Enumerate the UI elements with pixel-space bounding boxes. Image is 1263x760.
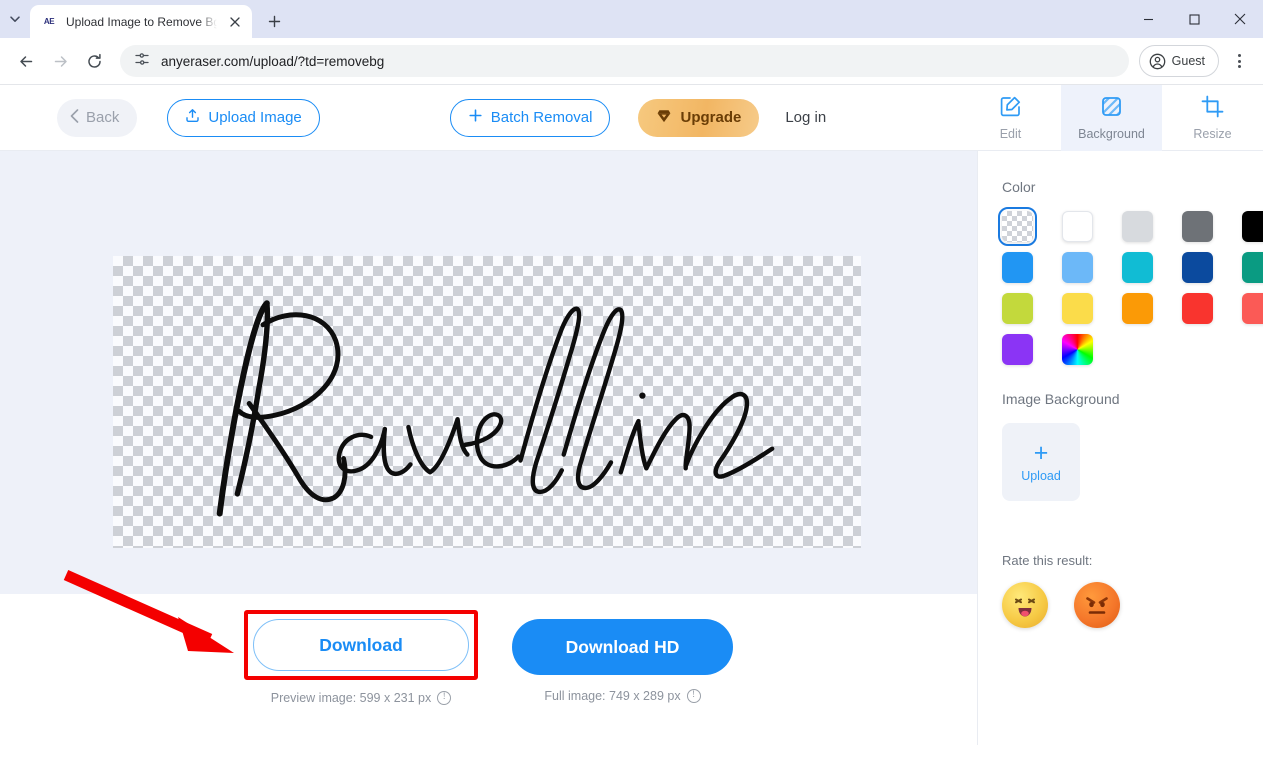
background-settings-sidebar: Color Image Background + Upload Rate thi… — [977, 151, 1263, 745]
download-button-label: Download — [319, 635, 403, 655]
angry-emoji[interactable] — [1074, 582, 1120, 628]
color-swatch-navy[interactable] — [1182, 252, 1213, 283]
plus-icon — [468, 108, 483, 127]
color-swatch-light-gray[interactable] — [1122, 211, 1153, 242]
download-button[interactable]: Download — [253, 619, 469, 671]
result-image[interactable] — [113, 256, 861, 548]
signature-artwork — [143, 274, 831, 531]
download-actions: Download Preview image: 599 x 231 px ! D… — [244, 610, 733, 705]
happy-emoji[interactable] — [1002, 582, 1048, 628]
profile-guest-button[interactable]: Guest — [1139, 45, 1219, 77]
upload-background-label: Upload — [1021, 469, 1061, 483]
batch-removal-label: Batch Removal — [491, 109, 593, 126]
upload-image-button[interactable]: Upload Image — [167, 99, 319, 137]
edit-pencil-square-icon — [999, 95, 1022, 123]
color-swatch-azure[interactable] — [1002, 252, 1033, 283]
maximize-window-icon[interactable] — [1171, 0, 1217, 38]
preview-info-icon[interactable]: ! — [437, 691, 451, 705]
download-bar: Download Preview image: 599 x 231 px ! D… — [0, 594, 977, 760]
browser-tab-strip: AE Upload Image to Remove Bg — [0, 0, 1263, 38]
login-button[interactable]: Log in — [785, 109, 826, 126]
color-swatch-cyan[interactable] — [1122, 252, 1153, 283]
color-swatch-yellow[interactable] — [1062, 293, 1093, 324]
upload-image-label: Upload Image — [208, 109, 301, 126]
upgrade-button[interactable]: Upgrade — [638, 99, 759, 137]
color-swatch-gray[interactable] — [1182, 211, 1213, 242]
batch-removal-button[interactable]: Batch Removal — [450, 99, 611, 137]
close-tab-icon[interactable] — [226, 13, 244, 31]
back-navigation-icon[interactable] — [10, 45, 42, 77]
profile-label: Guest — [1172, 54, 1205, 68]
color-section-title: Color — [1002, 179, 1263, 195]
full-image-size-text: Full image: 749 x 289 px — [544, 689, 680, 703]
download-highlight-box: Download — [244, 610, 478, 680]
background-hatch-icon — [1100, 95, 1123, 123]
header-mode-switcher: Edit Background — [960, 85, 1263, 151]
download-hd-column: Download HD Full image: 749 x 289 px ! — [512, 610, 733, 703]
download-column: Download Preview image: 599 x 231 px ! — [244, 610, 478, 705]
minimize-window-icon[interactable] — [1125, 0, 1171, 38]
tab-title: Upload Image to Remove Bg — [66, 15, 217, 29]
mode-tab-resize[interactable]: Resize — [1162, 85, 1263, 151]
color-swatch-transparent[interactable] — [1002, 211, 1033, 242]
chevron-left-icon — [70, 109, 79, 127]
color-swatch-purple[interactable] — [1002, 334, 1033, 365]
color-swatch-sky-blue[interactable] — [1062, 252, 1093, 283]
account-icon — [1149, 53, 1166, 70]
mode-tab-background[interactable]: Background — [1061, 85, 1162, 151]
forward-navigation-icon[interactable] — [44, 45, 76, 77]
color-swatch-white[interactable] — [1062, 211, 1093, 242]
plus-icon: + — [1034, 441, 1049, 466]
close-window-icon[interactable] — [1217, 0, 1263, 38]
app-header: Back Upload Image Batch Removal Upgrade — [0, 85, 1263, 151]
full-image-meta: Full image: 749 x 289 px ! — [544, 689, 700, 703]
color-swatch-red[interactable] — [1182, 293, 1213, 324]
rate-result-options — [1002, 582, 1263, 628]
login-label: Log in — [785, 109, 826, 126]
color-swatch-rainbow[interactable] — [1062, 334, 1093, 365]
preview-image-meta: Preview image: 599 x 231 px ! — [271, 691, 452, 705]
color-swatch-lime[interactable] — [1002, 293, 1033, 324]
site-settings-icon[interactable] — [134, 51, 150, 72]
browser-tab[interactable]: AE Upload Image to Remove Bg — [30, 5, 252, 38]
site-favicon-icon: AE — [41, 14, 57, 30]
image-background-section-title: Image Background — [1002, 391, 1263, 407]
reload-icon[interactable] — [78, 45, 110, 77]
tab-search-area — [0, 0, 30, 38]
address-bar[interactable]: anyeraser.com/upload/?td=removebg — [120, 45, 1129, 77]
download-hd-button[interactable]: Download HD — [512, 619, 733, 675]
color-swatch-grid — [1002, 211, 1263, 365]
mode-tab-resize-label: Resize — [1193, 127, 1231, 141]
upgrade-label: Upgrade — [680, 109, 741, 126]
back-button-label: Back — [86, 109, 119, 126]
upload-arrow-icon — [185, 108, 200, 127]
window-controls — [1125, 0, 1263, 38]
color-swatch-coral[interactable] — [1242, 293, 1263, 324]
rate-result-title: Rate this result: — [1002, 553, 1263, 568]
color-swatch-orange[interactable] — [1122, 293, 1153, 324]
tab-search-icon[interactable] — [2, 6, 28, 32]
full-info-icon[interactable]: ! — [687, 689, 701, 703]
upload-background-tile[interactable]: + Upload — [1002, 423, 1080, 501]
back-button[interactable]: Back — [57, 99, 137, 137]
color-swatch-black[interactable] — [1242, 211, 1263, 242]
diamond-crown-icon — [656, 108, 672, 128]
color-swatch-teal[interactable] — [1242, 252, 1263, 283]
browser-toolbar: anyeraser.com/upload/?td=removebg Guest — [0, 38, 1263, 85]
preview-image-size-text: Preview image: 599 x 231 px — [271, 691, 432, 705]
browser-menu-icon[interactable] — [1225, 45, 1253, 77]
crop-icon — [1201, 95, 1224, 123]
download-hd-button-label: Download HD — [566, 637, 680, 657]
address-bar-url[interactable]: anyeraser.com/upload/?td=removebg — [161, 54, 384, 69]
new-tab-icon[interactable] — [260, 7, 288, 35]
mode-tab-edit[interactable]: Edit — [960, 85, 1061, 151]
mode-tab-background-label: Background — [1078, 127, 1145, 141]
mode-tab-edit-label: Edit — [1000, 127, 1022, 141]
